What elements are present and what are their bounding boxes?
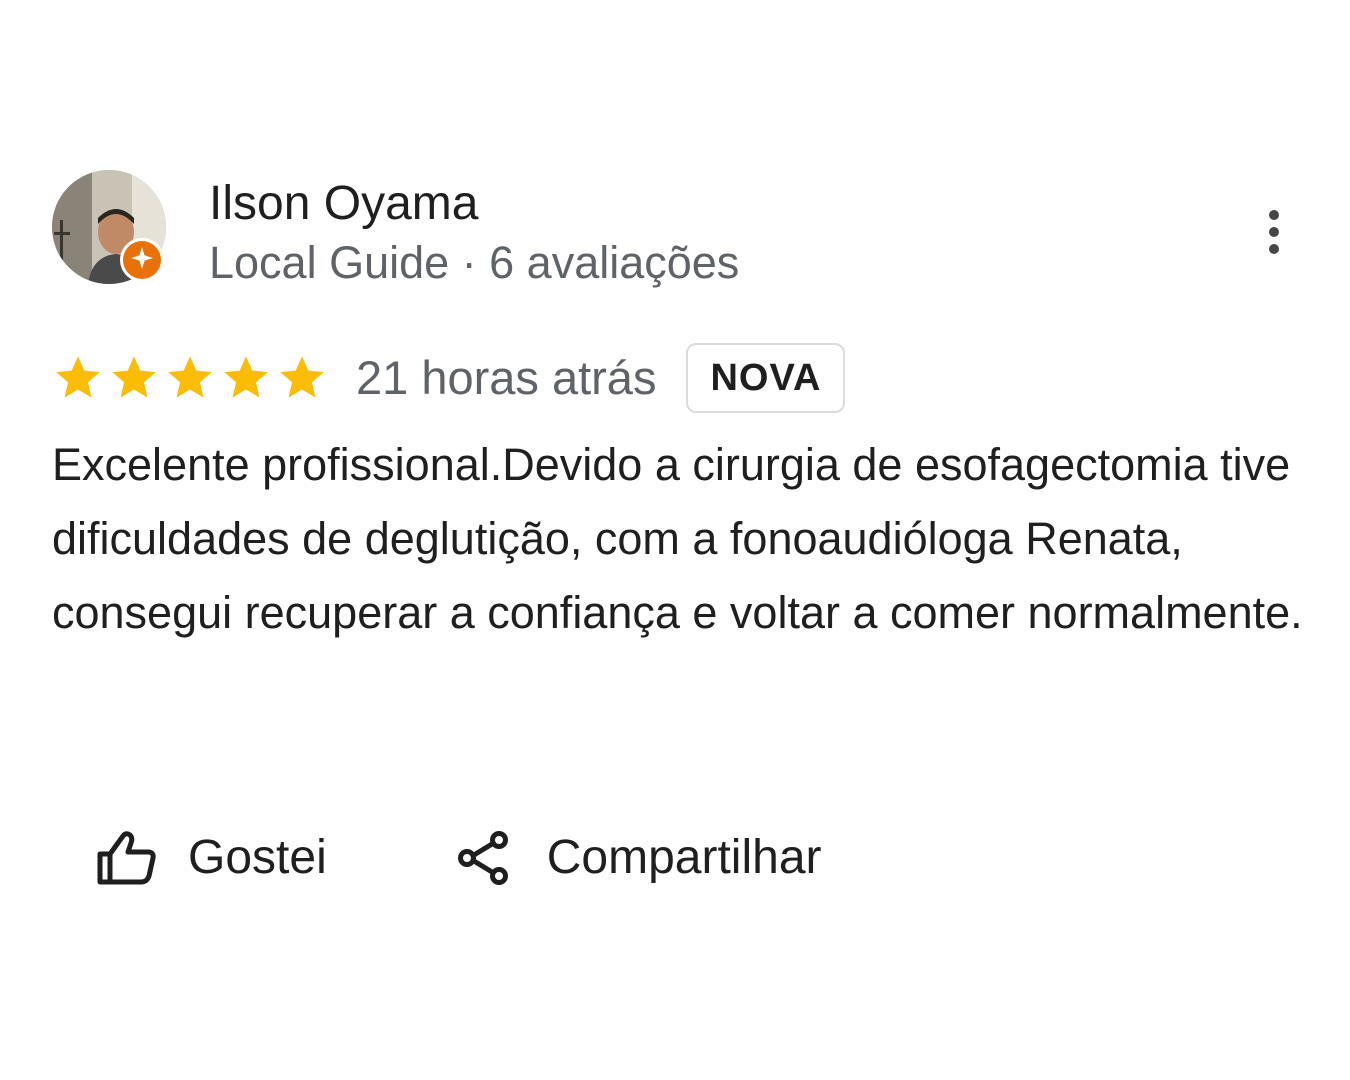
more-options-button[interactable] (1248, 204, 1300, 264)
share-label: Compartilhar (546, 831, 822, 884)
rating-row: 21 horas atrás NOVA (52, 340, 846, 416)
new-badge: NOVA (686, 343, 846, 413)
share-icon (457, 830, 511, 886)
thumbs-up-icon (96, 830, 158, 886)
star-icon (108, 352, 160, 404)
star-icon (52, 352, 104, 404)
review-actions: Gostei Compartilhar (96, 820, 822, 896)
star-icon (276, 352, 328, 404)
local-guide-star-icon (130, 246, 154, 275)
like-button[interactable]: Gostei (96, 820, 327, 896)
share-button[interactable]: Compartilhar (457, 820, 822, 896)
star-icon (164, 352, 216, 404)
more-vert-icon (1266, 207, 1282, 262)
local-guide-badge (120, 238, 164, 282)
star-rating (52, 352, 328, 404)
author-name[interactable]: Ilson Oyama (209, 176, 478, 232)
author-meta[interactable]: Local Guide · 6 avaliações (209, 236, 739, 290)
review-time: 21 horas atrás (356, 351, 657, 404)
review-text: Excelente profissional.Devido a cirurgia… (52, 439, 1303, 638)
star-icon (220, 352, 272, 404)
review-card: Ilson Oyama Local Guide · 6 avaliações 2… (0, 0, 1350, 1080)
like-label: Gostei (188, 831, 327, 884)
